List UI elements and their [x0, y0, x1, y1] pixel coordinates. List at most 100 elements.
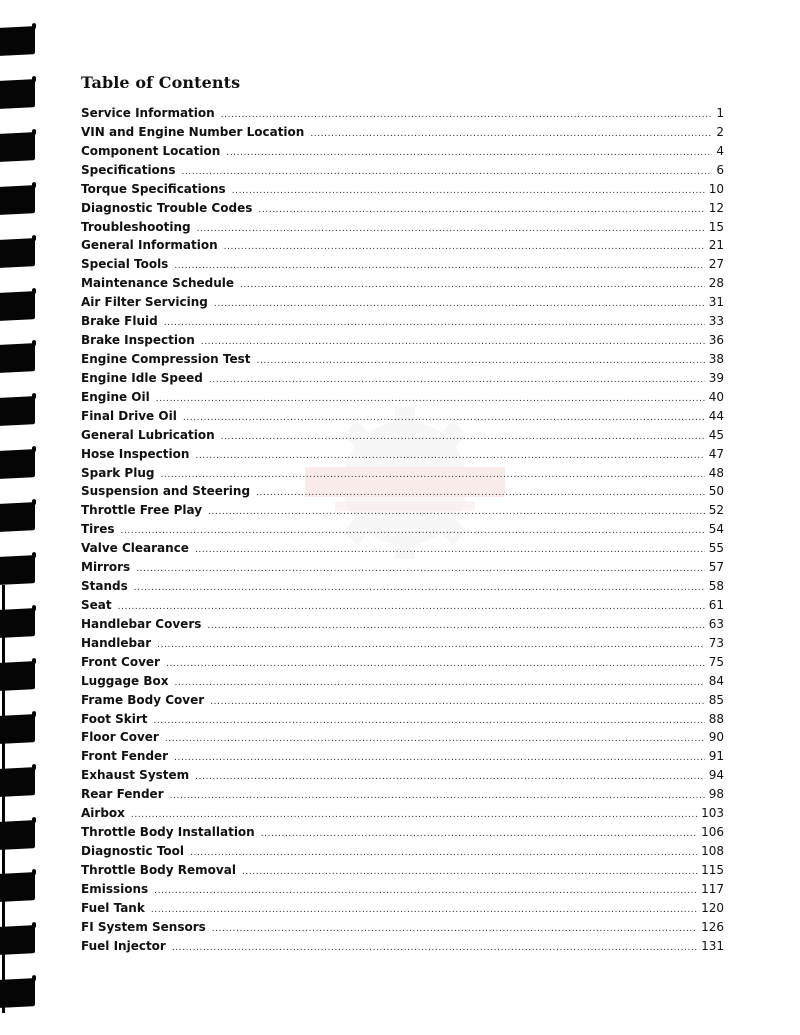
toc-entry-page-number: 50: [708, 484, 724, 499]
toc-entry[interactable]: Mirrors 57: [81, 560, 724, 579]
toc-entry[interactable]: Troubleshooting 15: [81, 220, 724, 239]
comb-binding: [0, 0, 40, 1035]
toc-entry-title: Fuel Injector: [81, 938, 166, 953]
toc-entry-title: Spark Plug: [81, 465, 155, 480]
toc-entry[interactable]: Seat 61: [81, 598, 724, 617]
dot-leader: [136, 564, 705, 574]
toc-entry-page-number: 103: [701, 806, 724, 821]
toc-entry[interactable]: Brake Fluid 33: [81, 314, 724, 333]
binding-ring-icon: [0, 396, 35, 427]
toc-entry[interactable]: Service Information 1: [81, 106, 724, 125]
toc-entry-page-number: 6: [716, 162, 724, 177]
toc-entry-title: Air Filter Servicing: [81, 295, 208, 310]
toc-entry[interactable]: Floor Cover 90: [81, 730, 724, 749]
dot-leader: [121, 526, 705, 536]
toc-entry[interactable]: Maintenance Schedule 28: [81, 276, 724, 295]
toc-entry-page-number: 73: [708, 635, 724, 650]
toc-entry-title: Specifications: [81, 162, 176, 177]
dot-leader: [164, 318, 705, 328]
dot-leader: [156, 394, 705, 404]
dot-leader: [310, 129, 712, 139]
toc-entry[interactable]: Luggage Box 84: [81, 674, 724, 693]
toc-entry[interactable]: FI System Sensors 126: [81, 920, 724, 939]
toc-entry[interactable]: Engine Oil 40: [81, 390, 724, 409]
dot-leader: [214, 299, 705, 309]
toc-entry-title: Engine Idle Speed: [81, 370, 203, 385]
dot-leader: [131, 810, 697, 820]
dot-leader: [170, 791, 705, 801]
toc-entry-title: Airbox: [81, 806, 125, 821]
toc-entry[interactable]: Special Tools 27: [81, 257, 724, 276]
binding-ring-icon: [0, 713, 35, 744]
dot-leader: [183, 413, 705, 423]
toc-entry[interactable]: Valve Clearance 55: [81, 541, 724, 560]
toc-entry-title: Mirrors: [81, 560, 131, 575]
toc-entry-title: Diagnostic Tool: [81, 843, 185, 858]
toc-entry-page-number: 117: [701, 881, 724, 896]
toc-entry[interactable]: Frame Body Cover 85: [81, 693, 724, 712]
toc-entry-title: Frame Body Cover: [81, 692, 205, 707]
toc-entry[interactable]: Throttle Body Removal 115: [81, 863, 724, 882]
toc-entry[interactable]: Foot Skirt 88: [81, 712, 724, 731]
toc-entry-title: Tires: [81, 522, 115, 537]
dot-leader: [154, 716, 705, 726]
toc-entry[interactable]: Specifications 6: [81, 163, 724, 182]
toc-entry-page-number: 88: [708, 711, 724, 726]
toc-entry[interactable]: Engine Compression Test 38: [81, 352, 724, 371]
dot-leader: [195, 772, 705, 782]
toc-entry[interactable]: Handlebar Covers 63: [81, 617, 724, 636]
toc-entry-title: General Information: [81, 238, 218, 253]
toc-entry[interactable]: Diagnostic Tool 108: [81, 844, 724, 863]
toc-entry[interactable]: Exhaust System 94: [81, 768, 724, 787]
toc-entry[interactable]: Front Fender 91: [81, 749, 724, 768]
toc-entry[interactable]: Air Filter Servicing 31: [81, 295, 724, 314]
toc-entry-title: Troubleshooting: [81, 219, 191, 234]
toc-entry-title: Stands: [81, 579, 128, 594]
toc-entry[interactable]: Suspension and Steering 50: [81, 484, 724, 503]
toc-entry[interactable]: Handlebar 73: [81, 636, 724, 655]
toc-entry[interactable]: Airbox 103: [81, 806, 724, 825]
toc-entry[interactable]: Throttle Free Play 52: [81, 503, 724, 522]
toc-entry[interactable]: Final Drive Oil 44: [81, 409, 724, 428]
toc-entry-title: Engine Compression Test: [81, 351, 251, 366]
toc-entry-page-number: 39: [708, 370, 724, 385]
toc-entry-page-number: 115: [701, 862, 724, 877]
toc-entry-page-number: 120: [701, 900, 724, 915]
toc-entry[interactable]: Engine Idle Speed 39: [81, 371, 724, 390]
dot-leader: [118, 602, 705, 612]
toc-entry[interactable]: Rear Fender 98: [81, 787, 724, 806]
toc-entry[interactable]: Stands 58: [81, 579, 724, 598]
dot-leader: [221, 432, 705, 442]
toc-entry-page-number: 28: [708, 276, 724, 291]
toc-entry-page-number: 36: [708, 333, 724, 348]
toc-entry-title: Special Tools: [81, 257, 169, 272]
toc-entry[interactable]: Fuel Injector 131: [81, 939, 724, 958]
toc-entry-page-number: 61: [708, 597, 724, 612]
toc-entry[interactable]: Brake Inspection 36: [81, 333, 724, 352]
toc-entry[interactable]: Emissions 117: [81, 882, 724, 901]
toc-entry-page-number: 44: [708, 408, 724, 423]
toc-entry[interactable]: Tires 54: [81, 522, 724, 541]
toc-entry[interactable]: Hose Inspection 47: [81, 447, 724, 466]
toc-entry[interactable]: Front Cover 75: [81, 655, 724, 674]
toc-entry-title: VIN and Engine Number Location: [81, 124, 305, 139]
toc-entry-title: Maintenance Schedule: [81, 276, 235, 291]
toc-entry[interactable]: Throttle Body Installation 106: [81, 825, 724, 844]
toc-entry-title: FI System Sensors: [81, 919, 206, 934]
binding-ring-icon: [0, 237, 35, 268]
toc-entry[interactable]: VIN and Engine Number Location 2: [81, 125, 724, 144]
dot-leader: [261, 829, 697, 839]
toc-entry[interactable]: General Information 21: [81, 238, 724, 257]
toc-entry-page-number: 58: [708, 579, 724, 594]
binding-ring-icon: [0, 660, 35, 691]
binding-ring-icon: [0, 978, 35, 1009]
toc-entry[interactable]: Fuel Tank 120: [81, 901, 724, 920]
dot-leader: [258, 205, 704, 215]
toc-entry[interactable]: General Lubrication 45: [81, 428, 724, 447]
toc-entry[interactable]: Torque Specifications 10: [81, 182, 724, 201]
toc-entry[interactable]: Diagnostic Trouble Codes 12: [81, 201, 724, 220]
toc-entry[interactable]: Spark Plug 48: [81, 466, 724, 485]
toc-entry-title: Seat: [81, 597, 112, 612]
toc-entry[interactable]: Component Location 4: [81, 144, 724, 163]
toc-entry-title: Front Cover: [81, 654, 160, 669]
